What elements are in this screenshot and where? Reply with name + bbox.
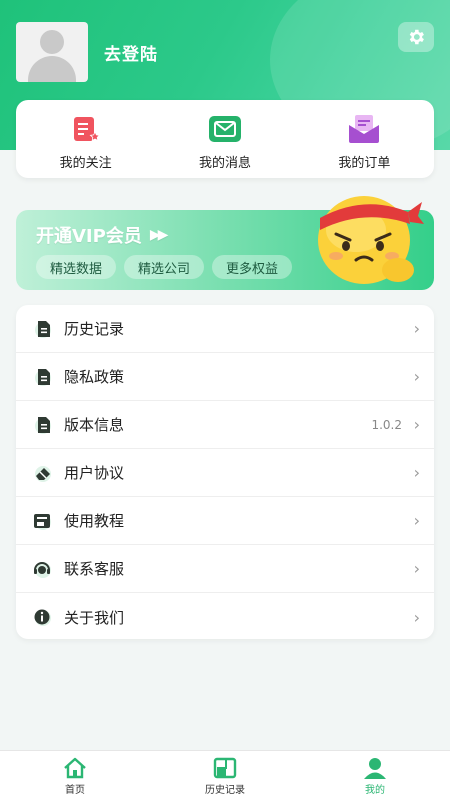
- menu-label: 历史记录: [64, 320, 125, 338]
- tutorial-icon: [32, 510, 60, 532]
- info-icon: [32, 606, 60, 628]
- chevron-right-icon: ›: [413, 511, 420, 530]
- menu-item-privacy[interactable]: 隐私政策 ›: [16, 353, 434, 401]
- menu-label: 联系客服: [64, 560, 125, 578]
- tab-history-label: 历史记录: [205, 785, 245, 796]
- my-messages-button[interactable]: 我的消息: [155, 100, 294, 178]
- my-follow-button[interactable]: 我的关注: [16, 100, 155, 178]
- tab-home[interactable]: 首页: [0, 751, 150, 800]
- menu-item-about[interactable]: 关于我们 ›: [16, 593, 434, 641]
- user-icon: [364, 758, 386, 779]
- tab-history[interactable]: 历史记录: [150, 751, 300, 800]
- follow-document-icon: [73, 117, 101, 142]
- my-orders-label: 我的订单: [338, 156, 391, 171]
- chevron-right-icon: ›: [413, 463, 420, 482]
- my-follow-label: 我的关注: [59, 156, 112, 171]
- vip-tags: 精选数据 精选公司 更多权益: [36, 255, 293, 279]
- history-icon: [213, 757, 237, 779]
- menu-item-tutorial[interactable]: 使用教程 ›: [16, 497, 434, 545]
- chevron-right-icon: ›: [413, 559, 420, 578]
- menu-item-customer-service[interactable]: 联系客服 ›: [16, 545, 434, 593]
- settings-menu: 历史记录 › 隐私政策 › 版本信息 1.0.2 › 用户协议 › 使用教程 ›: [16, 305, 434, 639]
- order-envelope-icon: [349, 115, 380, 143]
- angry-mascot-icon: [318, 196, 424, 284]
- message-envelope-icon: [208, 116, 241, 142]
- my-orders-button[interactable]: 我的订单: [295, 100, 434, 178]
- menu-item-version[interactable]: 版本信息 1.0.2 ›: [16, 401, 434, 449]
- gear-icon: [409, 29, 424, 45]
- chevron-right-icon: ›: [413, 319, 420, 338]
- my-messages-label: 我的消息: [198, 156, 251, 171]
- tab-home-label: 首页: [65, 785, 85, 796]
- menu-label: 隐私政策: [64, 368, 125, 386]
- quick-actions-card: 我的关注 我的消息 我的订单: [16, 100, 434, 178]
- menu-label: 版本信息: [64, 416, 125, 434]
- menu-label: 用户协议: [64, 464, 125, 482]
- customer-service-icon: [32, 558, 60, 580]
- tab-mine[interactable]: 我的: [300, 751, 450, 800]
- double-arrow-icon: ▶▶: [149, 227, 168, 243]
- eraser-icon: [32, 462, 60, 484]
- tab-mine-label: 我的: [365, 785, 385, 796]
- settings-button[interactable]: [398, 22, 434, 52]
- document-icon: [32, 366, 60, 388]
- chevron-right-icon: ›: [413, 607, 420, 627]
- login-link[interactable]: 去登陆: [104, 40, 158, 65]
- chevron-right-icon: ›: [413, 367, 420, 386]
- document-icon: [32, 318, 60, 340]
- avatar-body: [28, 56, 76, 82]
- document-icon: [32, 414, 60, 436]
- vip-tag-company[interactable]: 精选公司: [124, 255, 205, 279]
- vip-title-text: 开通VIP会员: [36, 226, 142, 247]
- avatar-head: [40, 30, 64, 54]
- avatar[interactable]: [16, 22, 88, 82]
- vip-title: 开通VIP会员 ▶▶: [36, 222, 168, 248]
- menu-label: 关于我们: [64, 608, 125, 627]
- menu-item-user-agreement[interactable]: 用户协议 ›: [16, 449, 434, 497]
- version-value: 1.0.2: [371, 417, 402, 432]
- vip-tag-data[interactable]: 精选数据: [36, 255, 117, 279]
- chevron-right-icon: ›: [413, 415, 420, 434]
- menu-label: 使用教程: [64, 512, 125, 530]
- menu-item-history[interactable]: 历史记录 ›: [16, 305, 434, 353]
- home-icon: [64, 757, 86, 779]
- vip-tag-more[interactable]: 更多权益: [212, 255, 293, 279]
- bottom-tab-bar: 首页 历史记录 我的: [0, 750, 450, 800]
